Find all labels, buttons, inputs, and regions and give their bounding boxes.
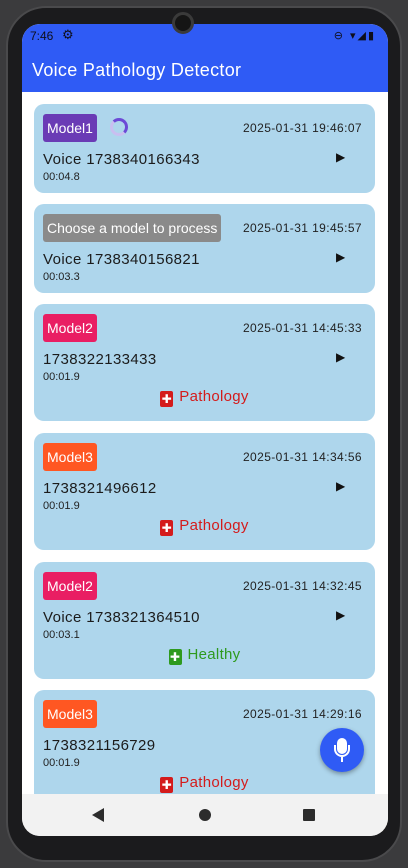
recording-name: 1738322133433 [43,351,157,368]
recording-name: Voice 1738340156821 [43,251,200,268]
diagnosis-result: ✚ Pathology [34,774,375,793]
recording-name: Voice 1738340166343 [43,151,200,168]
front-camera [172,12,194,34]
recording-name: 1738321496612 [43,480,157,497]
diagnosis-label: Healthy [187,646,241,663]
recording-card[interactable]: Model3 2025-01-31 14:34:56 1738321496612… [34,433,375,550]
diagnosis-result: ✚ Pathology [34,388,375,407]
recording-duration: 00:04.8 [43,171,80,183]
recording-card[interactable]: Choose a model to process 2025-01-31 19:… [34,204,375,293]
play-icon[interactable]: ▶ [336,479,350,493]
play-icon[interactable]: ▶ [336,250,350,264]
recordings-list[interactable]: Model1 2025-01-31 19:46:07 Voice 1738340… [22,92,388,794]
recording-timestamp: 2025-01-31 19:45:57 [242,221,362,235]
diagnosis-label: Pathology [179,388,249,405]
recording-duration: 00:03.3 [43,271,80,283]
play-icon[interactable]: ▶ [336,608,350,622]
recording-timestamp: 2025-01-31 14:29:16 [242,707,362,721]
diagnosis-result: ✚ Healthy [34,646,375,665]
back-icon[interactable] [92,808,104,822]
diagnosis-label: Pathology [179,774,249,791]
model-badge[interactable]: Model3 [43,700,97,728]
model-chooser-button[interactable]: Choose a model to process [43,214,222,242]
model-badge[interactable]: Model1 [43,114,97,142]
mic-icon-cup [334,745,350,757]
recording-duration: 00:01.9 [43,757,80,769]
recording-timestamp: 2025-01-31 14:32:45 [242,579,362,593]
recording-timestamp: 2025-01-31 14:34:56 [242,450,362,464]
recording-timestamp: 2025-01-31 14:45:33 [242,321,362,335]
settings-gear-icon: ⚙ [62,27,74,42]
recording-card[interactable]: Model2 2025-01-31 14:32:45 Voice 1738321… [34,562,375,679]
model-badge[interactable]: Model2 [43,572,97,600]
mic-icon-stem [341,757,343,762]
medical-kit-icon: ✚ [160,520,174,536]
recording-card[interactable]: Model2 2025-01-31 14:45:33 1738322133433… [34,304,375,421]
system-nav-bar [22,794,388,836]
recording-duration: 00:01.9 [43,371,80,383]
recent-apps-icon[interactable] [303,809,315,821]
model-badge[interactable]: Model3 [43,443,97,471]
status-time: 7:46 [30,29,54,43]
status-bar: 7:46 ⚙ ⊖ ▾◢▮ [22,24,388,48]
app-title: Voice Pathology Detector [32,60,242,80]
recording-timestamp: 2025-01-31 19:46:07 [242,121,362,135]
recording-duration: 00:01.9 [43,500,80,512]
recording-name: Voice 1738321364510 [43,609,200,626]
record-fab-button[interactable] [320,728,364,772]
recording-name: 1738321156729 [43,737,156,754]
status-icons: ⊖ ▾◢▮ [333,30,376,42]
home-icon[interactable] [199,809,211,821]
medical-kit-icon: ✚ [160,777,174,793]
play-icon[interactable]: ▶ [336,350,350,364]
medical-kit-icon: ✚ [168,649,182,665]
diagnosis-label: Pathology [179,517,249,534]
recording-duration: 00:03.1 [43,629,80,641]
app-bar: Voice Pathology Detector [22,48,388,92]
play-icon[interactable]: ▶ [336,150,350,164]
processing-spinner-icon [110,118,128,136]
model-badge[interactable]: Model2 [43,314,97,342]
medical-kit-icon: ✚ [160,391,174,407]
phone-screen: 7:46 ⚙ ⊖ ▾◢▮ Voice Pathology Detector Mo… [22,24,388,836]
recording-card[interactable]: Model1 2025-01-31 19:46:07 Voice 1738340… [34,104,375,193]
diagnosis-result: ✚ Pathology [34,517,375,536]
